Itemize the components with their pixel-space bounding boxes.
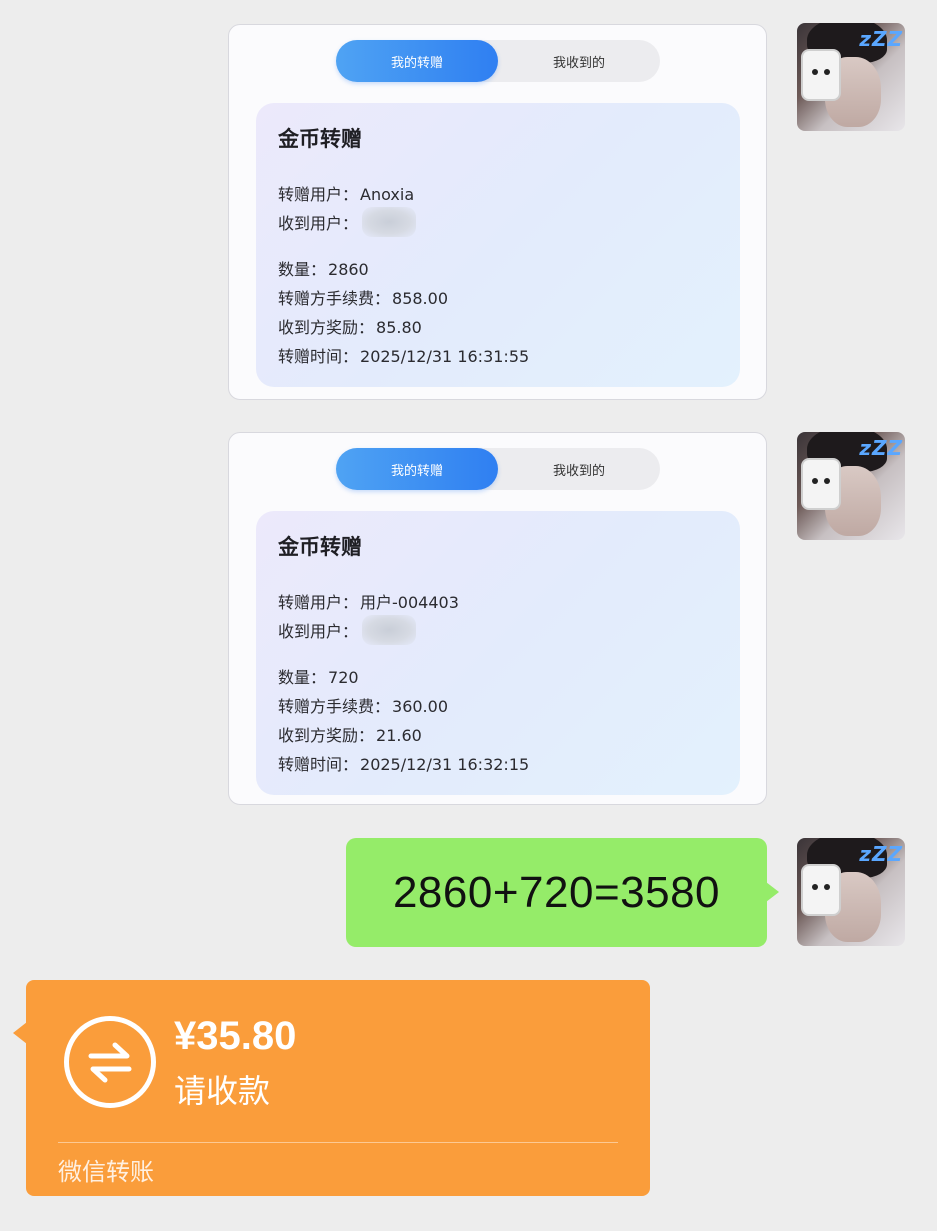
fee-row: 转赠方手续费： 858.00 <box>278 285 448 309</box>
amount-value: 720 <box>328 668 359 687</box>
sticker-icon <box>801 49 841 101</box>
giver-row: 转赠用户： 用户-004403 <box>278 589 459 613</box>
reward-label: 收到方奖励： <box>278 318 375 337</box>
sleep-icon: zZZ <box>859 436 903 460</box>
gift-title: 金币转赠 <box>278 127 362 151</box>
transfer-footer-label: 微信转账 <box>58 1158 154 1186</box>
tab-my-gifts: 我的转赠 <box>336 40 498 82</box>
reward-value: 21.60 <box>376 726 422 745</box>
message-text: 2860+720=3580 <box>392 867 721 917</box>
amount-label: 数量： <box>278 668 327 687</box>
tab-my-gifts: 我的转赠 <box>336 448 498 490</box>
avatar[interactable]: zZZ <box>797 432 905 540</box>
giver-value: 用户-004403 <box>360 593 459 612</box>
reward-value: 85.80 <box>376 318 422 337</box>
giver-label: 转赠用户： <box>278 185 359 204</box>
reward-label: 收到方奖励： <box>278 726 375 745</box>
time-label: 转赠时间： <box>278 755 359 774</box>
avatar[interactable]: zZZ <box>797 23 905 131</box>
transfer-amount: ¥35.80 <box>174 1014 297 1058</box>
amount-value: 2860 <box>328 260 369 279</box>
fee-value: 858.00 <box>392 289 448 308</box>
giver-value: Anoxia <box>360 185 415 204</box>
fee-label: 转赠方手续费： <box>278 289 391 308</box>
receiver-row: 收到用户： <box>278 206 417 237</box>
tab-bar: 我的转赠 我收到的 <box>336 448 660 490</box>
giver-row: 转赠用户： Anoxia <box>278 181 414 205</box>
giver-label: 转赠用户： <box>278 593 359 612</box>
amount-row: 数量： 720 <box>278 664 359 688</box>
sleep-icon: zZZ <box>859 27 903 51</box>
avatar[interactable]: zZZ <box>797 838 905 946</box>
fee-row: 转赠方手续费： 360.00 <box>278 693 448 717</box>
gift-detail-panel: 金币转赠 转赠用户： Anoxia 收到用户： 数量： 2860 转赠方手续费： 85… <box>256 103 740 387</box>
reward-row: 收到方奖励： 85.80 <box>278 314 422 338</box>
wechat-transfer-card[interactable]: ¥35.80 请收款 微信转账 <box>13 980 650 1196</box>
redacted-receiver <box>362 206 417 237</box>
fee-label: 转赠方手续费： <box>278 697 391 716</box>
gift-record-card-1[interactable]: 我的转赠 我收到的 金币转赠 转赠用户： Anoxia 收到用户： 数量： 2860… <box>228 24 767 400</box>
time-row: 转赠时间： 2025/12/31 16:31:55 <box>278 343 529 367</box>
time-value: 2025/12/31 16:31:55 <box>360 347 530 366</box>
amount-row: 数量： 2860 <box>278 256 369 280</box>
receiver-label: 收到用户： <box>278 214 359 233</box>
redacted-receiver <box>362 614 417 645</box>
receiver-row: 收到用户： <box>278 614 417 645</box>
sticker-icon <box>801 864 841 916</box>
reward-row: 收到方奖励： 21.60 <box>278 722 422 746</box>
gift-title: 金币转赠 <box>278 535 362 559</box>
divider <box>58 1142 618 1143</box>
tab-received: 我收到的 <box>552 55 605 71</box>
amount-label: 数量： <box>278 260 327 279</box>
time-row: 转赠时间： 2025/12/31 16:32:15 <box>278 751 529 775</box>
fee-value: 360.00 <box>392 697 448 716</box>
tab-bar: 我的转赠 我收到的 <box>336 40 660 82</box>
time-value: 2025/12/31 16:32:15 <box>360 755 530 774</box>
transfer-arrows-icon <box>64 1016 156 1108</box>
sticker-icon <box>801 458 841 510</box>
receiver-label: 收到用户： <box>278 622 359 641</box>
time-label: 转赠时间： <box>278 347 359 366</box>
sleep-icon: zZZ <box>859 842 903 866</box>
transfer-note: 请收款 <box>174 1072 271 1110</box>
gift-record-card-2[interactable]: 我的转赠 我收到的 金币转赠 转赠用户： 用户-004403 收到用户： 数量： 7… <box>228 432 767 805</box>
sent-text-bubble[interactable]: 2860+720=3580 <box>346 838 779 947</box>
gift-detail-panel: 金币转赠 转赠用户： 用户-004403 收到用户： 数量： 720 转赠方手续费：… <box>256 511 740 795</box>
tab-received: 我收到的 <box>552 463 605 479</box>
